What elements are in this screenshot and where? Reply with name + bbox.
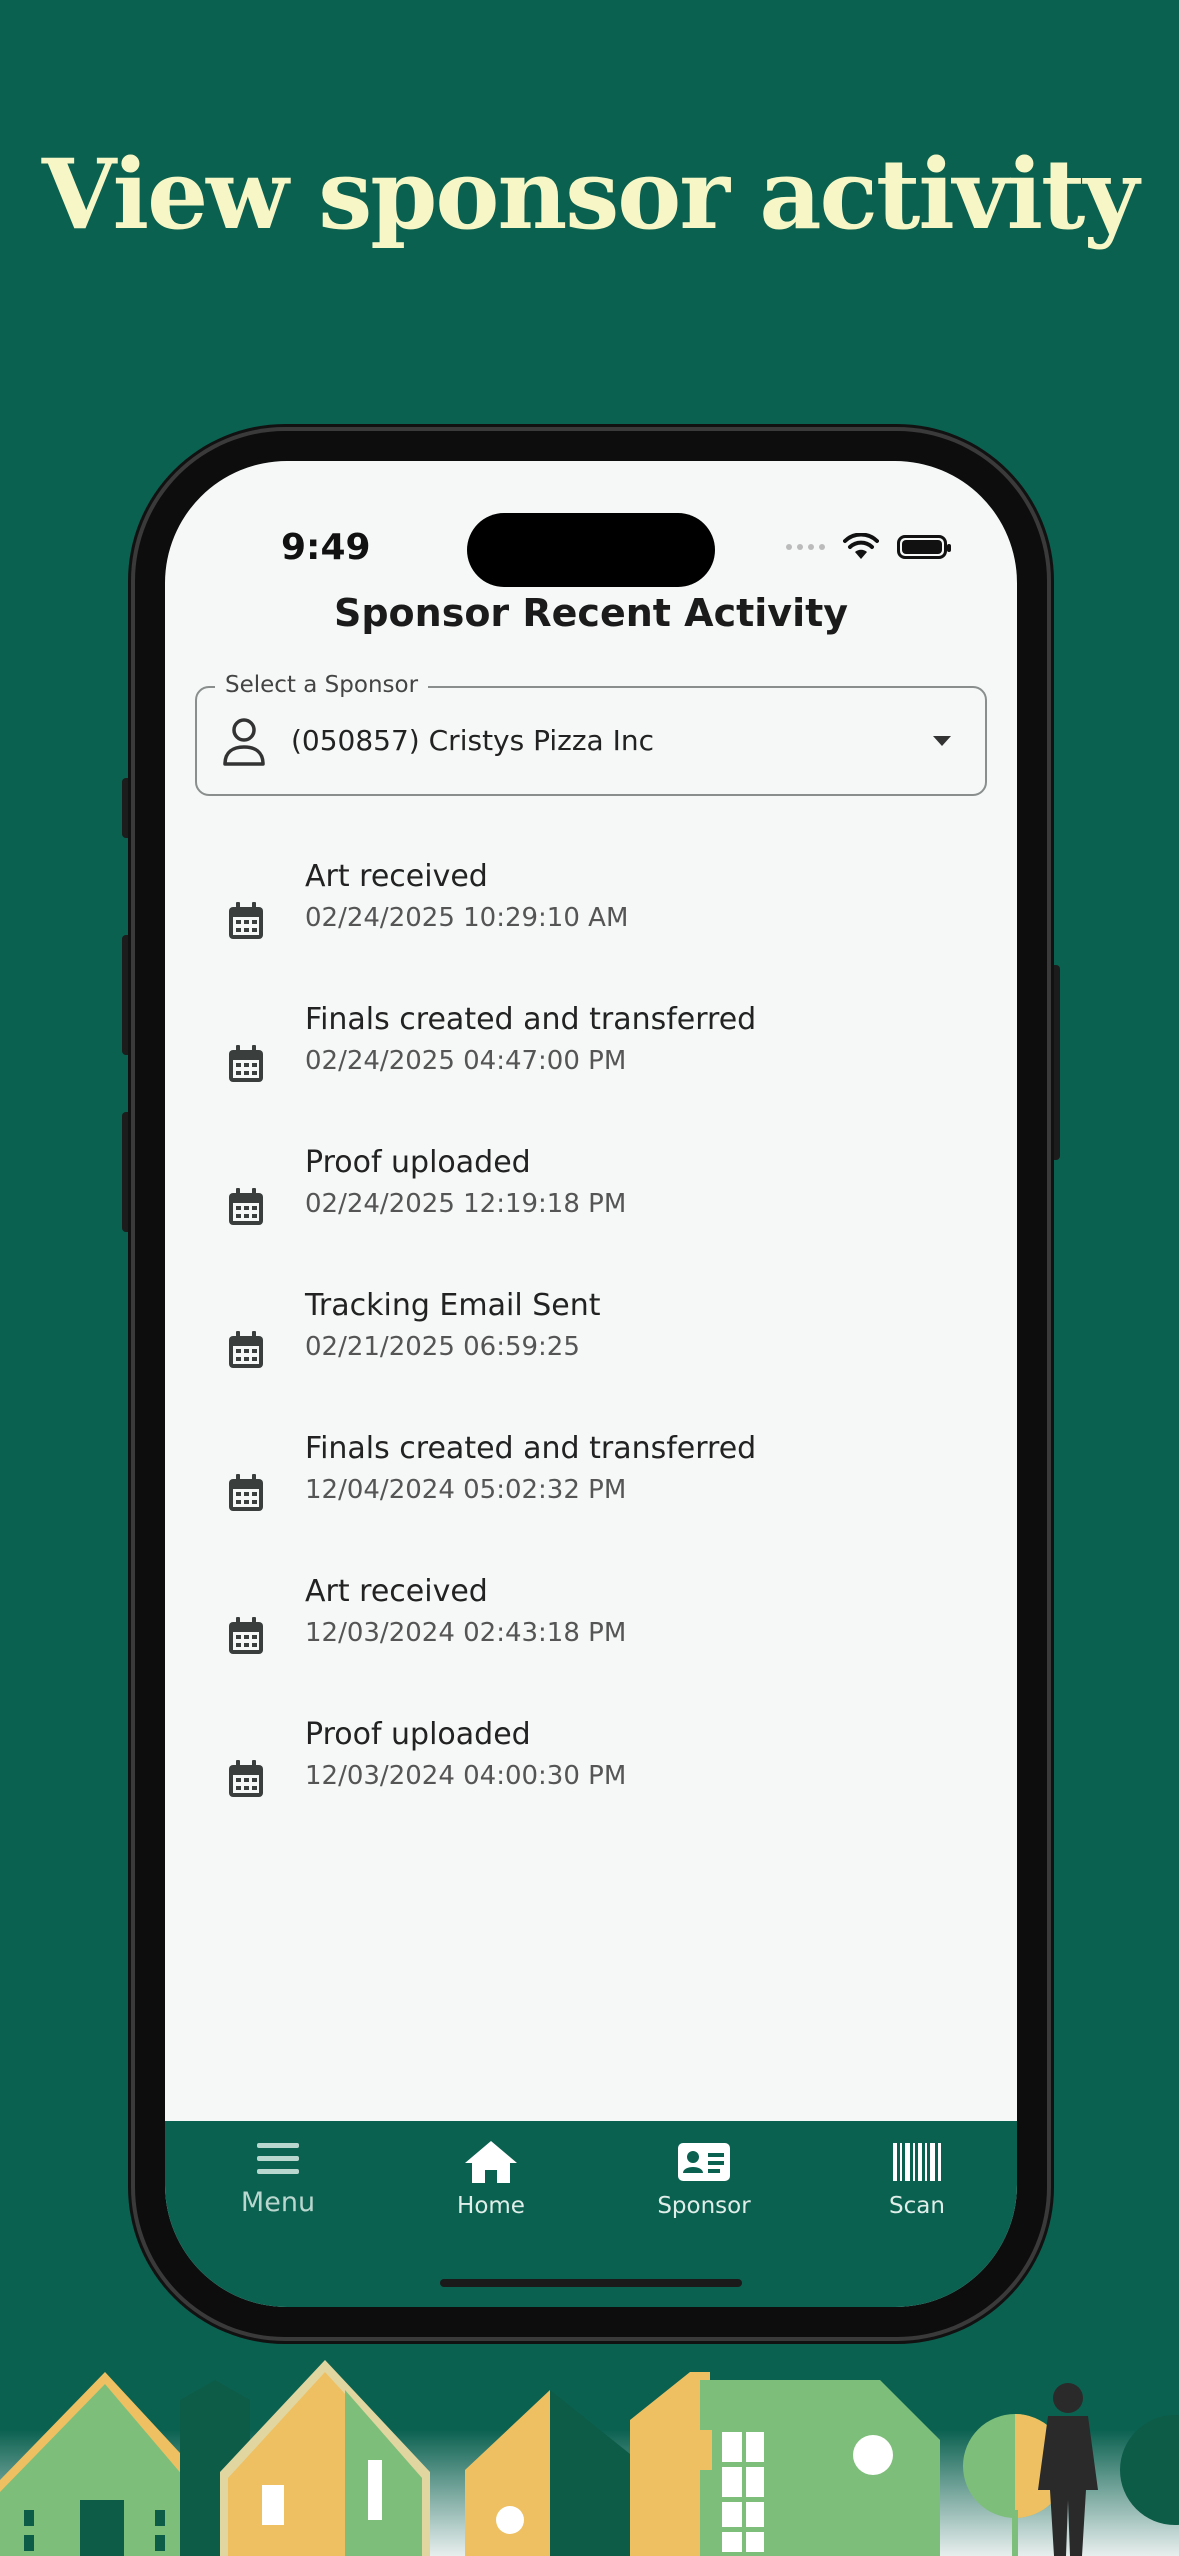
activity-list: Art received 02/24/2025 10:29:10 AM Finals… xyxy=(165,859,1017,1860)
tab-menu[interactable]: Menu xyxy=(203,2139,353,2218)
signal-icon xyxy=(786,544,825,550)
status-icons xyxy=(786,533,951,561)
activity-item: Finals created and transferred 02/24/2025… xyxy=(165,1002,1017,1145)
calendar-icon xyxy=(229,1188,263,1225)
calendar-icon xyxy=(229,902,263,939)
activity-timestamp: 02/24/2025 04:47:00 PM xyxy=(305,1046,627,1076)
activity-title: Art received xyxy=(305,859,488,894)
activity-title: Tracking Email Sent xyxy=(305,1288,601,1323)
activity-timestamp: 02/24/2025 10:29:10 AM xyxy=(305,903,629,933)
activity-title: Finals created and transferred xyxy=(305,1431,757,1466)
activity-title: Finals created and transferred xyxy=(305,1002,757,1037)
activity-title: Proof uploaded xyxy=(305,1717,531,1752)
chevron-down-icon[interactable] xyxy=(933,736,951,746)
tab-scan-label: Scan xyxy=(889,2193,945,2219)
activity-timestamp: 12/04/2024 05:02:32 PM xyxy=(305,1475,627,1505)
tab-home-label: Home xyxy=(457,2193,525,2219)
phone-frame: 9:49 Sponsor Recent Activity Select a Sp… xyxy=(135,431,1047,2337)
tab-sponsor[interactable]: Sponsor xyxy=(629,2139,779,2219)
activity-item: Art received 12/03/2024 02:43:18 PM xyxy=(165,1574,1017,1717)
home-indicator xyxy=(440,2279,742,2287)
menu-icon xyxy=(257,2143,299,2174)
calendar-icon xyxy=(229,1760,263,1797)
status-time: 9:49 xyxy=(281,527,371,568)
activity-title: Proof uploaded xyxy=(305,1145,531,1180)
tab-sponsor-label: Sponsor xyxy=(657,2193,751,2219)
dynamic-island xyxy=(467,513,715,587)
sponsor-select-value: (050857) Cristys Pizza Inc xyxy=(291,724,655,757)
sponsor-select-label: Select a Sponsor xyxy=(215,672,429,698)
activity-title: Art received xyxy=(305,1574,488,1609)
activity-timestamp: 02/21/2025 06:59:25 xyxy=(305,1332,580,1362)
activity-timestamp: 12/03/2024 02:43:18 PM xyxy=(305,1618,627,1648)
calendar-icon xyxy=(229,1617,263,1654)
app-screen: 9:49 Sponsor Recent Activity Select a Sp… xyxy=(165,461,1017,2307)
activity-timestamp: 12/03/2024 04:00:30 PM xyxy=(305,1761,627,1791)
page-title: Sponsor Recent Activity xyxy=(333,591,849,635)
tab-home[interactable]: Home xyxy=(416,2139,566,2219)
person-icon xyxy=(223,718,265,766)
tab-menu-label: Menu xyxy=(240,2187,316,2218)
promo-headline: View sponsor activity xyxy=(41,138,1139,251)
id-card-icon xyxy=(678,2143,730,2181)
action-button xyxy=(122,778,132,838)
activity-item: Proof uploaded 02/24/2025 12:19:18 PM xyxy=(165,1145,1017,1288)
houses-illustration xyxy=(0,2360,1179,2556)
activity-item: Tracking Email Sent 02/21/2025 06:59:25 xyxy=(165,1288,1017,1431)
activity-item: Finals created and transferred 12/04/2024… xyxy=(165,1431,1017,1574)
bottom-tab-bar: Menu Home Sponsor Scan xyxy=(165,2121,1017,2307)
power-button xyxy=(1050,965,1060,1160)
wifi-icon xyxy=(843,533,879,559)
volume-up-button xyxy=(122,935,132,1055)
sponsor-select[interactable]: Select a Sponsor (050857) Cristys Pizza … xyxy=(195,672,987,796)
tab-scan[interactable]: Scan xyxy=(842,2139,992,2219)
calendar-icon xyxy=(229,1331,263,1368)
battery-icon xyxy=(897,535,951,559)
calendar-icon xyxy=(229,1474,263,1511)
home-icon xyxy=(465,2141,517,2183)
volume-down-button xyxy=(122,1112,132,1232)
activity-timestamp: 02/24/2025 12:19:18 PM xyxy=(305,1189,627,1219)
barcode-icon xyxy=(893,2143,941,2181)
activity-item: Proof uploaded 12/03/2024 04:00:30 PM xyxy=(165,1717,1017,1860)
activity-item: Art received 02/24/2025 10:29:10 AM xyxy=(165,859,1017,1002)
calendar-icon xyxy=(229,1045,263,1082)
